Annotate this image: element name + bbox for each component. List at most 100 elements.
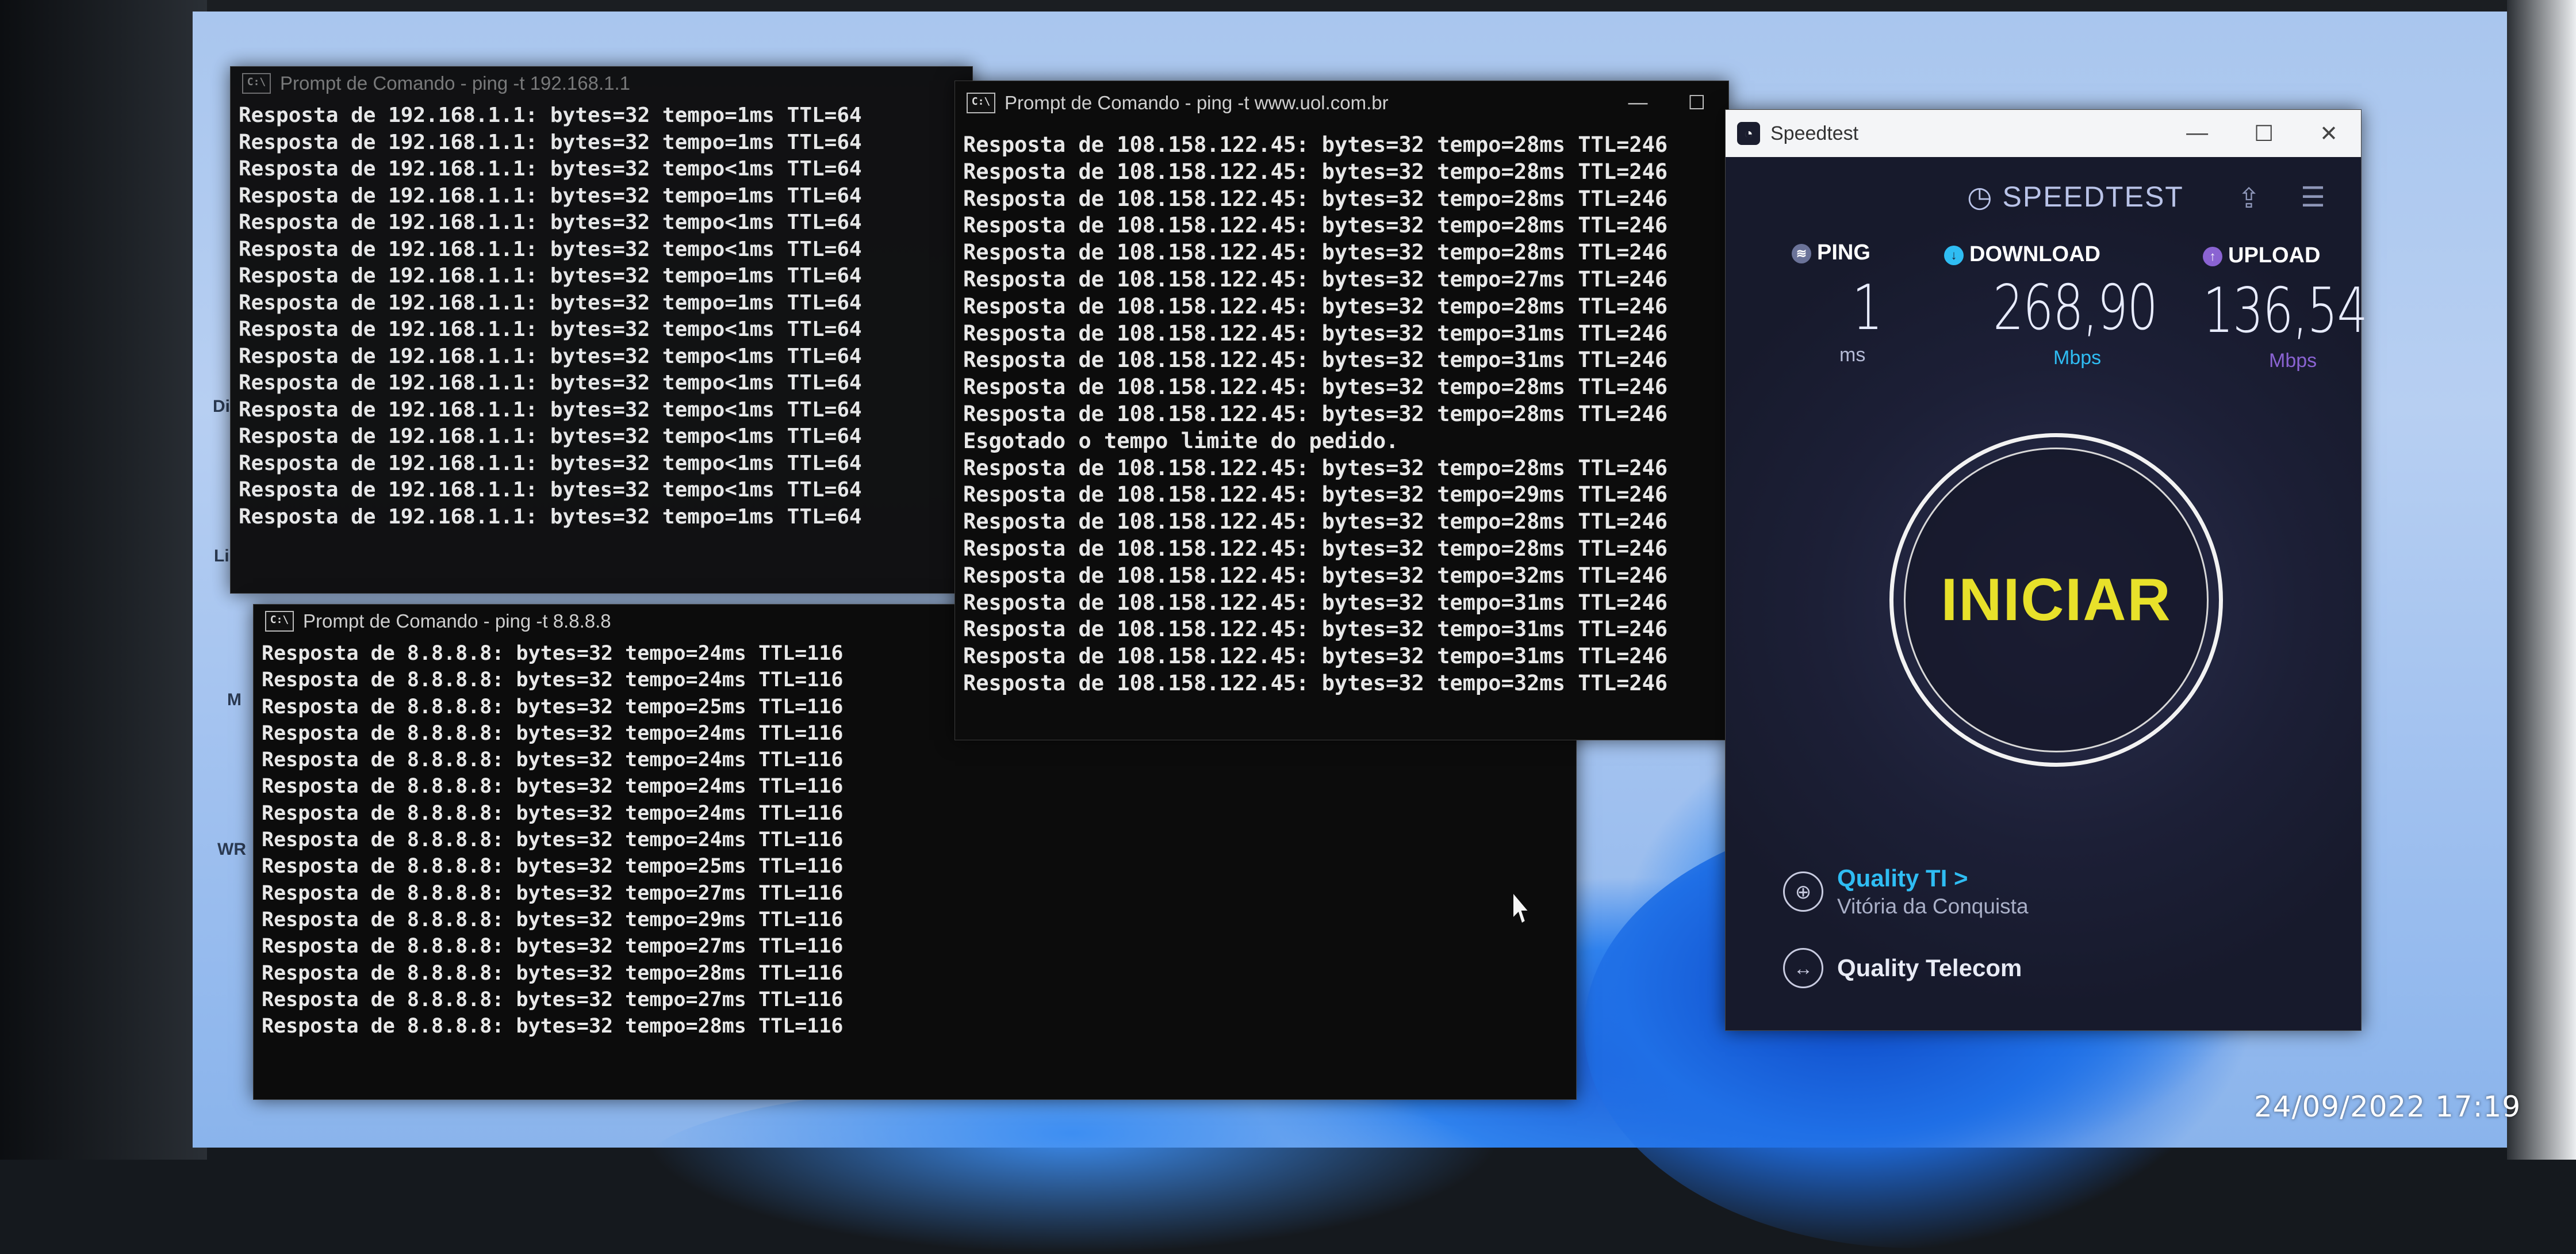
speedtest-window-title: Speedtest [1770,122,1859,144]
cmd-output-line: Resposta de 192.168.1.1: bytes=32 tempo<… [239,211,862,234]
cmd-output-line: Resposta de 108.158.122.45: bytes=32 tem… [963,590,1668,615]
download-label-text: DOWNLOAD [1969,242,2100,266]
cmd-output-line: Resposta de 108.158.122.45: bytes=32 tem… [963,536,1668,561]
cmd-output-line: Resposta de 192.168.1.1: bytes=32 tempo=… [239,264,862,288]
cmd-titlebar[interactable]: C:\ Prompt de Comando - ping -t www.uol.… [955,81,1728,125]
cmd-output-line: Resposta de 8.8.8.8: bytes=32 tempo=28ms… [262,961,844,985]
cmd-output-line: Resposta de 8.8.8.8: bytes=32 tempo=25ms… [262,855,844,878]
upload-unit: Mbps [2269,350,2317,372]
connection-icon: ↔ [1783,948,1823,988]
download-unit: Mbps [2053,347,2102,369]
start-button[interactable]: INICIAR [1889,433,2223,767]
speedtest-app-icon: ◔ [1737,122,1760,145]
maximize-button[interactable]: ☐ [2254,121,2274,147]
cmd-output-line: Resposta de 8.8.8.8: bytes=32 tempo=24ms… [262,775,844,798]
isp-info: ↔ Quality Telecom [1783,948,2022,988]
upload-icon: ↑ [2203,246,2222,266]
maximize-button[interactable]: ☐ [1688,91,1705,114]
cmd-app-icon: C:\ [967,93,995,113]
cmd-output-line: Resposta de 192.168.1.1: bytes=32 tempo<… [239,397,862,422]
upload-label-text: UPLOAD [2228,243,2321,267]
ping-label-text: PING [1817,240,1870,265]
close-button[interactable]: ✕ [2320,121,2338,147]
start-label: INICIAR [1941,566,2172,633]
cmd-output-line: Resposta de 8.8.8.8: bytes=32 tempo=24ms… [262,748,844,772]
cmd-output-line: Resposta de 8.8.8.8: bytes=32 tempo=27ms… [262,988,844,1011]
cmd-output-line: Resposta de 108.158.122.45: bytes=32 tem… [963,374,1668,400]
cmd-output-line: Resposta de 192.168.1.1: bytes=32 tempo=… [239,290,862,315]
ping-icon: ≋ [1792,243,1811,263]
speedtest-brand-text: SPEEDTEST [2002,181,2184,213]
cmd-output-line: Resposta de 108.158.122.45: bytes=32 tem… [963,320,1668,346]
cmd-output-line: Resposta de 192.168.1.1: bytes=32 tempo=… [239,104,862,127]
cmd-output-line: Resposta de 108.158.122.45: bytes=32 tem… [963,644,1668,669]
cmd-output-line: Resposta de 108.158.122.45: bytes=32 tem… [963,670,1668,695]
bezel-right [2507,0,2576,1160]
minimize-button[interactable]: — [2186,121,2208,147]
cmd-output-line: Resposta de 192.168.1.1: bytes=32 tempo<… [239,157,862,181]
download-icon: ↓ [1944,245,1964,265]
cmd-output-line: Resposta de 108.158.122.45: bytes=32 tem… [963,132,1668,157]
server-location: Vitória da Conquista [1837,894,2029,918]
bezel-left [0,0,207,1160]
cmd-output-line: Resposta de 192.168.1.1: bytes=32 tempo=… [239,504,862,529]
gauge-icon: ◷ [1967,181,1994,213]
cmd-output-line: Resposta de 8.8.8.8: bytes=32 tempo=24ms… [262,801,844,825]
photo-timestamp: 24/09/2022 17:19 [2254,1090,2521,1123]
desktop-icon-label[interactable]: WR [217,840,246,859]
cmd-output-line: Resposta de 108.158.122.45: bytes=32 tem… [963,401,1668,426]
cmd-output-line: Resposta de 192.168.1.1: bytes=32 tempo<… [239,344,862,368]
speedtest-titlebar[interactable]: ◔ Speedtest — ☐ ✕ [1726,110,2361,157]
cmd-output-line: Resposta de 8.8.8.8: bytes=32 tempo=24ms… [262,828,844,852]
download-label: ↓ DOWNLOAD [1944,242,2100,267]
cmd-output-line: Resposta de 192.168.1.1: bytes=32 tempo<… [239,318,862,341]
cmd-output-line: Resposta de 108.158.122.45: bytes=32 tem… [963,482,1668,507]
cmd-output-line: Esgotado o tempo limite do pedido. [963,428,1399,453]
cmd-output-line: Resposta de 108.158.122.45: bytes=32 tem… [963,293,1668,319]
cmd-app-icon: C:\ [242,73,271,94]
share-icon[interactable]: ⇪ [2237,182,2260,215]
cmd-output-line: Resposta de 192.168.1.1: bytes=32 tempo<… [239,425,862,448]
desktop-icon-label[interactable]: Di [213,397,230,416]
start-button-inner[interactable]: INICIAR [1904,448,2209,752]
minimize-button[interactable]: — [1628,91,1648,114]
speedtest-brand: ◷ SPEEDTEST [1967,180,2184,213]
cmd-output-line: Resposta de 108.158.122.45: bytes=32 tem… [963,159,1668,184]
cmd-window-uol[interactable]: C:\ Prompt de Comando - ping -t www.uol.… [954,81,1729,740]
cmd-title: Prompt de Comando - ping -t www.uol.com.… [1005,92,1389,113]
cmd-output-line: Resposta de 8.8.8.8: bytes=32 tempo=28ms… [262,1015,844,1038]
ping-label: ≋ PING [1792,240,1870,265]
desktop-icon-label[interactable]: Li [214,546,229,566]
cmd-titlebar[interactable]: C:\ Prompt de Comando - ping -t 192.168.… [231,67,972,100]
upload-value: 136,54 [2203,275,2368,347]
cmd-output-line: Resposta de 108.158.122.45: bytes=32 tem… [963,509,1668,534]
isp-name: Quality Telecom [1837,954,2022,981]
server-name-link[interactable]: Quality TI > [1837,865,2029,892]
cmd-output-line: Resposta de 108.158.122.45: bytes=32 tem… [963,186,1668,211]
cmd-output-line: Resposta de 108.158.122.45: bytes=32 tem… [963,240,1668,265]
cmd-output-line: Resposta de 108.158.122.45: bytes=32 tem… [963,455,1668,480]
cmd-output-line: Resposta de 8.8.8.8: bytes=32 tempo=27ms… [262,935,844,958]
cmd-output: Resposta de 192.168.1.1: bytes=32 tempo=… [231,100,972,530]
cmd-output-line: Resposta de 108.158.122.45: bytes=32 tem… [963,213,1668,238]
wallpaper-bloom-bottom [641,1081,1504,1254]
cmd-window-router[interactable]: C:\ Prompt de Comando - ping -t 192.168.… [230,66,973,594]
cmd-output-line: Resposta de 192.168.1.1: bytes=32 tempo=… [239,183,862,208]
cmd-title: Prompt de Comando - ping -t 8.8.8.8 [303,610,611,632]
cmd-output-line: Resposta de 192.168.1.1: bytes=32 tempo<… [239,371,862,395]
server-selector[interactable]: ⊕ Quality TI > Vitória da Conquista [1783,865,2029,919]
cmd-output-line: Resposta de 192.168.1.1: bytes=32 tempo<… [239,478,862,502]
speedtest-window[interactable]: ◔ Speedtest — ☐ ✕ ◷ SPEEDTEST ⇪ ☰ ≋ PING … [1725,109,2368,1031]
cmd-output-line: Resposta de 108.158.122.45: bytes=32 tem… [963,266,1668,292]
cmd-output-line: Resposta de 192.168.1.1: bytes=32 tempo=… [239,130,862,154]
settings-sliders-icon[interactable]: ☰ [2301,181,2325,213]
ping-value: 1 [1852,272,1883,344]
cmd-output-line: Resposta de 8.8.8.8: bytes=32 tempo=27ms… [262,881,844,905]
speedtest-body: ◷ SPEEDTEST ⇪ ☰ ≋ PING 1 ms ↓ DOWNLOAD 268… [1726,157,2368,1030]
cmd-output-line: Resposta de 192.168.1.1: bytes=32 tempo<… [239,237,862,261]
globe-icon: ⊕ [1783,871,1823,912]
download-value: 268,90 [1993,272,2158,344]
cmd-output: Resposta de 108.158.122.45: bytes=32 tem… [955,125,1728,697]
desktop-icon-label[interactable]: M [227,690,241,710]
cmd-output-line: Resposta de 108.158.122.45: bytes=32 tem… [963,563,1668,588]
